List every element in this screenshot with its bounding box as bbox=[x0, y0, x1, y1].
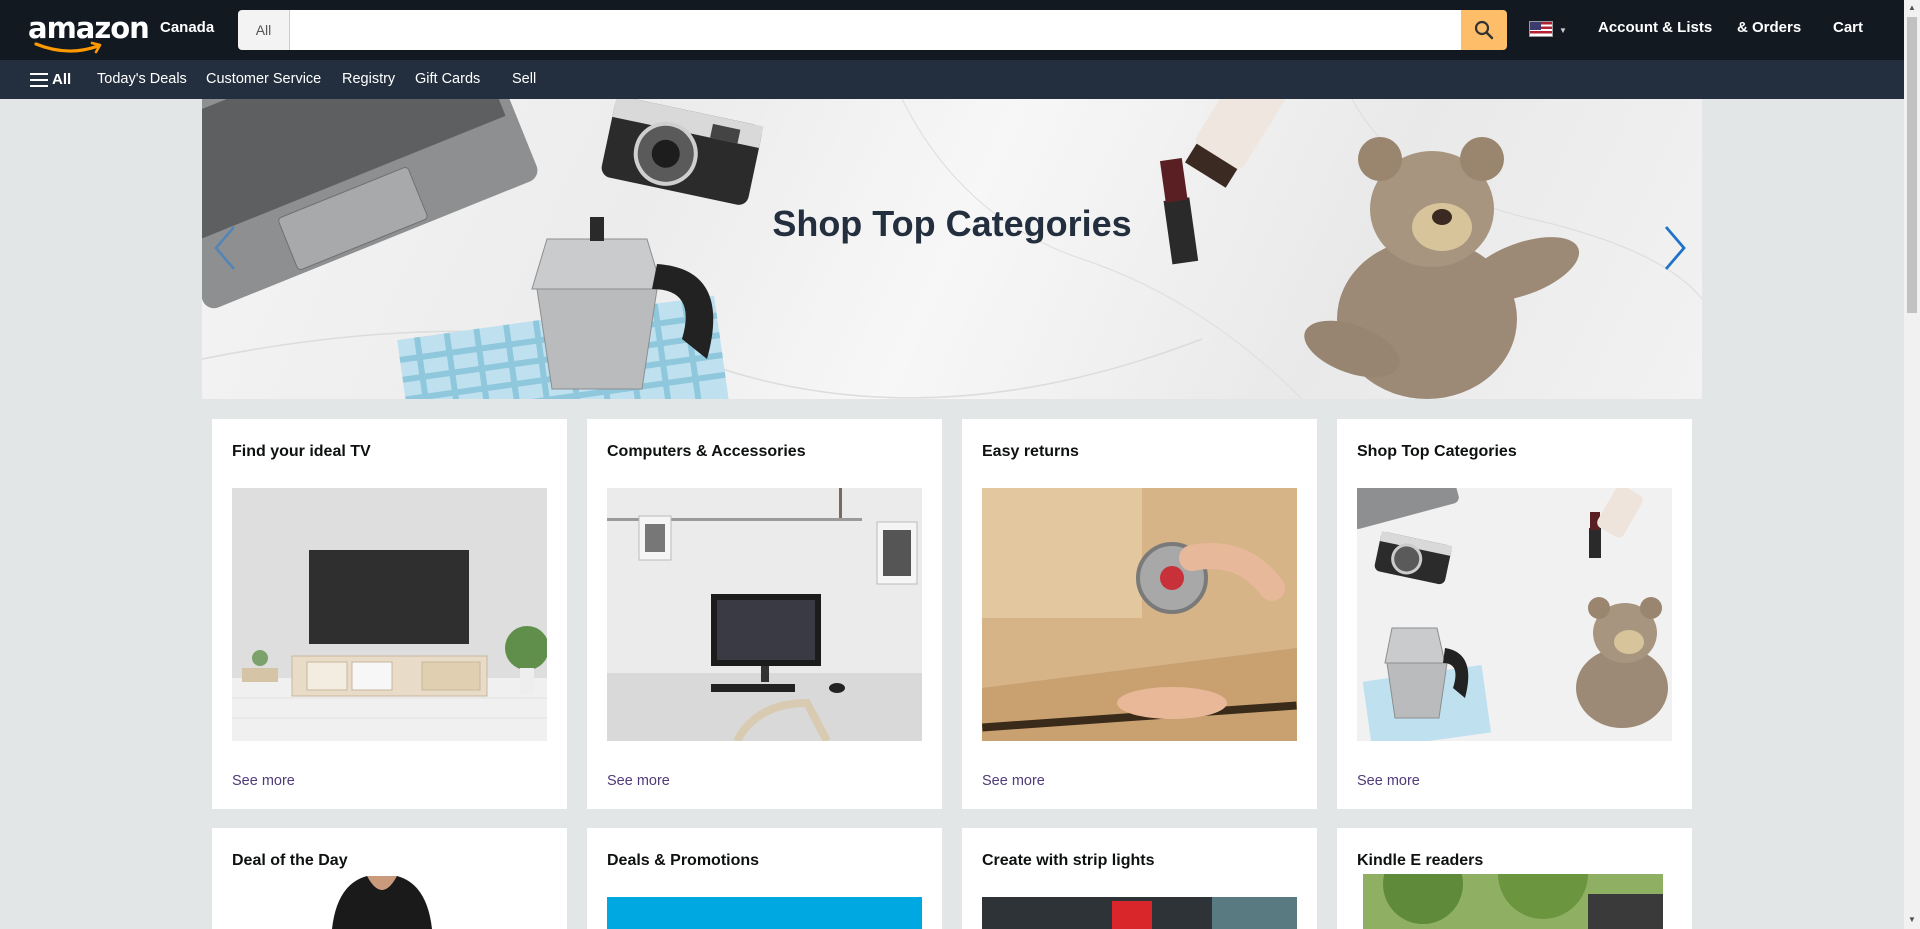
smile-icon bbox=[34, 41, 102, 54]
hero-illustration bbox=[202, 99, 1702, 399]
subnav-gift-cards[interactable]: Gift Cards bbox=[415, 71, 480, 87]
hamburger-icon bbox=[30, 72, 48, 87]
orders-link[interactable]: & Orders bbox=[1737, 19, 1801, 36]
page-scrollbar[interactable]: ▲ ▼ bbox=[1904, 0, 1920, 929]
card-title: Create with strip lights bbox=[982, 852, 1155, 869]
carousel-prev-icon[interactable] bbox=[212, 223, 238, 273]
hero-carousel[interactable]: Shop Top Categories bbox=[202, 99, 1702, 399]
all-menu-button[interactable]: All bbox=[30, 71, 71, 88]
search-icon bbox=[1474, 20, 1494, 40]
see-more-link[interactable]: See more bbox=[232, 773, 295, 789]
deal-image[interactable] bbox=[312, 874, 452, 929]
us-flag-icon[interactable] bbox=[1529, 21, 1553, 37]
card-deal-of-the-day: Deal of the Day bbox=[212, 828, 567, 929]
subnav-todays-deals[interactable]: Today's Deals bbox=[97, 71, 187, 87]
card-title: Deals & Promotions bbox=[607, 852, 760, 869]
card-easy-returns: Easy returns See more bbox=[962, 419, 1317, 809]
all-menu-label: All bbox=[52, 71, 72, 88]
top-categories-image[interactable] bbox=[1357, 488, 1672, 741]
card-title: Easy returns bbox=[982, 443, 1079, 460]
kindle-image[interactable] bbox=[1363, 874, 1663, 929]
search-input[interactable] bbox=[290, 10, 1461, 50]
subnav-customer-service[interactable]: Customer Service bbox=[206, 71, 321, 87]
top-nav: amazon Canada All ▼ Account & Lists & Or… bbox=[0, 0, 1904, 60]
card-find-ideal-tv: Find your ideal TV See more bbox=[212, 419, 567, 809]
easy-returns-image[interactable] bbox=[982, 488, 1297, 741]
subnav-sell[interactable]: Sell bbox=[512, 71, 536, 87]
chevron-down-icon: ▼ bbox=[1559, 26, 1567, 35]
search-category-select[interactable]: All bbox=[238, 10, 290, 50]
carousel-next-icon[interactable] bbox=[1662, 223, 1688, 273]
strip-lights-image[interactable] bbox=[982, 897, 1297, 929]
card-title: Computers & Accessories bbox=[607, 443, 806, 460]
see-more-link[interactable]: See more bbox=[607, 773, 670, 789]
computers-image[interactable] bbox=[607, 488, 922, 741]
scroll-thumb[interactable] bbox=[1907, 17, 1917, 313]
account-lists-link[interactable]: Account & Lists bbox=[1598, 19, 1712, 36]
card-title: Shop Top Categories bbox=[1357, 443, 1517, 460]
card-strip-lights: Create with strip lights bbox=[962, 828, 1317, 929]
card-shop-top-categories: Shop Top Categories See more bbox=[1337, 419, 1692, 809]
card-computers-accessories: Computers & Accessories See more bbox=[587, 419, 942, 809]
logo-text: amazon bbox=[28, 11, 150, 45]
card-title: Find your ideal TV bbox=[232, 443, 371, 460]
card-title: Kindle E readers bbox=[1357, 852, 1484, 869]
hero-title: Shop Top Categories bbox=[772, 203, 1132, 244]
search-button[interactable] bbox=[1461, 10, 1507, 50]
subnav-registry[interactable]: Registry bbox=[342, 71, 395, 87]
search-bar: All bbox=[238, 10, 1507, 50]
scroll-down-icon[interactable]: ▼ bbox=[1908, 915, 1916, 924]
card-title: Deal of the Day bbox=[232, 852, 348, 869]
card-deals-promotions: Deals & Promotions bbox=[587, 828, 942, 929]
tv-image[interactable] bbox=[232, 488, 547, 741]
cart-link[interactable]: Cart bbox=[1833, 19, 1863, 36]
card-kindle-e-readers: Kindle E readers bbox=[1337, 828, 1692, 929]
see-more-link[interactable]: See more bbox=[1357, 773, 1420, 789]
locale-label[interactable]: Canada bbox=[160, 19, 214, 36]
amazon-logo[interactable]: amazon bbox=[28, 11, 150, 54]
deals-promotions-image[interactable] bbox=[607, 897, 922, 929]
see-more-link[interactable]: See more bbox=[982, 773, 1045, 789]
scroll-up-icon[interactable]: ▲ bbox=[1908, 3, 1916, 12]
sub-nav: All Today's Deals Customer Service Regis… bbox=[0, 60, 1904, 99]
